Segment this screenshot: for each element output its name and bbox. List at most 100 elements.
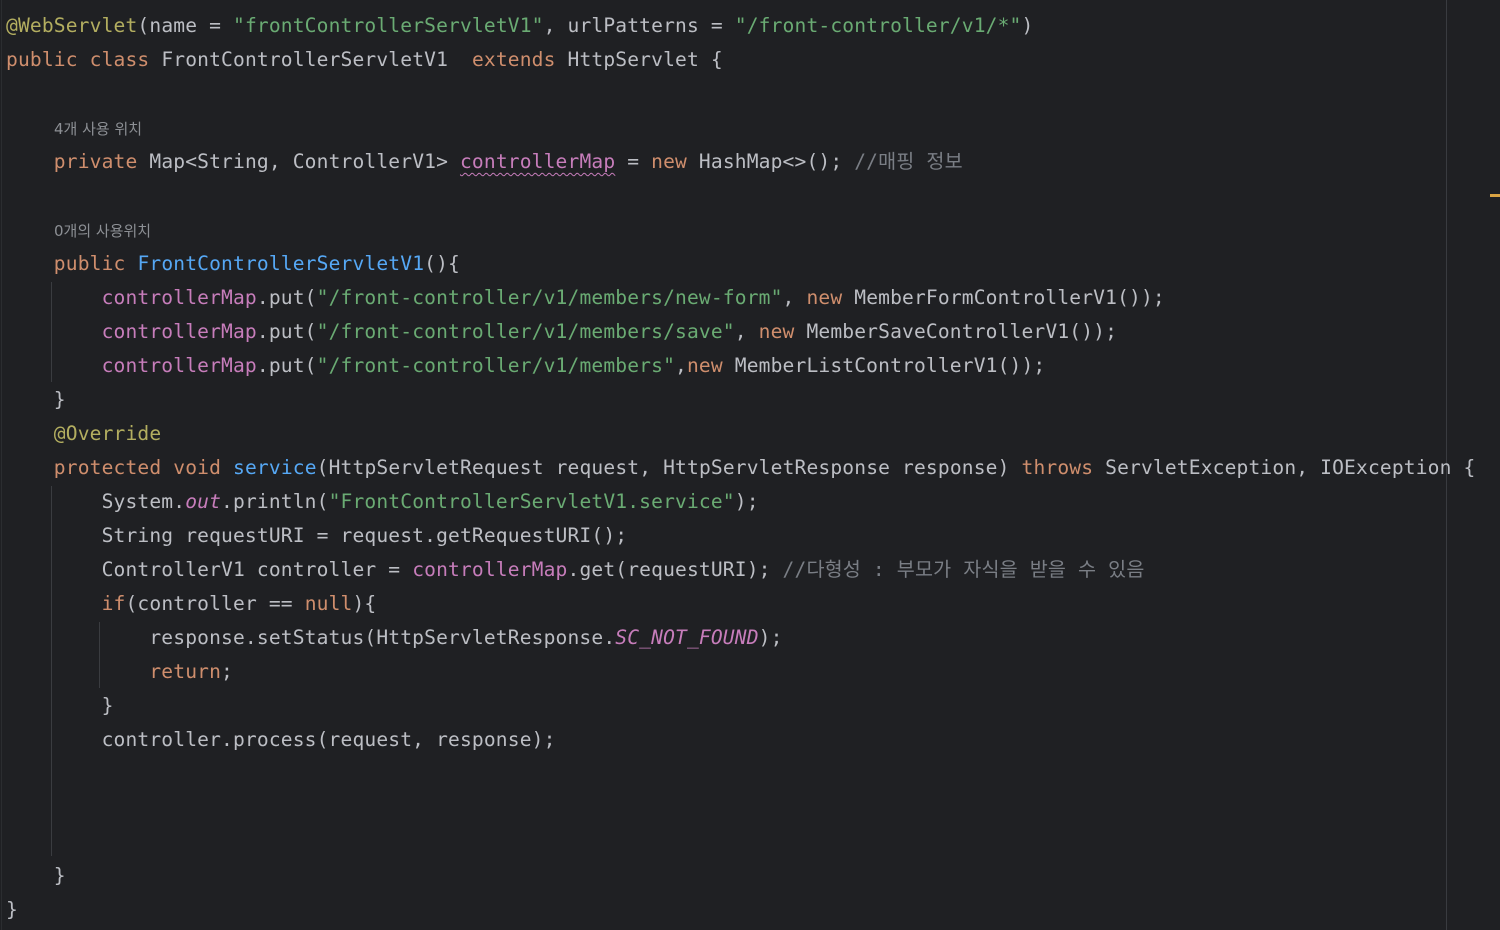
code-token: , <box>675 354 687 377</box>
keyword-token: new <box>806 286 843 309</box>
code-line[interactable]: if(controller == null){ <box>6 587 377 621</box>
string-literal: "frontControllerServletV1" <box>233 14 544 37</box>
code-token: HashMap<>(); <box>686 150 855 173</box>
string-literal: "/front-controller/v1/members/new-form" <box>316 286 783 309</box>
comment-token: //매핑 정보 <box>854 150 963 173</box>
static-field-token: SC_NOT_FOUND <box>615 626 759 649</box>
code-line[interactable]: controllerMap.put("/front-controller/v1/… <box>6 281 1165 315</box>
code-token: = <box>615 150 652 173</box>
code-token: response.setStatus(HttpServletResponse. <box>149 626 616 649</box>
code-token: MemberSaveControllerV1()); <box>794 320 1118 343</box>
keyword-token: private <box>53 150 138 173</box>
keyword-token: throws <box>1021 456 1094 479</box>
code-token: (controller == <box>125 592 305 615</box>
code-line[interactable]: controllerMap.put("/front-controller/v1/… <box>6 315 1117 349</box>
comment-token: //다형성 : 부모가 자식을 받을 수 있음 <box>782 558 1145 581</box>
keyword-token: class <box>89 48 150 71</box>
usages-inlay-hint[interactable]: 4개 사용 위치 <box>54 117 142 141</box>
code-line[interactable]: ControllerV1 controller = controllerMap.… <box>6 553 1145 587</box>
code-token: .put( <box>256 286 317 309</box>
code-token: .println( <box>221 490 329 513</box>
code-token: HttpServlet { <box>555 48 723 71</box>
code-token: , <box>782 286 807 309</box>
code-line[interactable]: } <box>6 893 18 927</box>
code-token: ControllerV1 controller = <box>101 558 413 581</box>
warning-stripe-marker[interactable] <box>1490 194 1500 197</box>
method-name: service <box>233 456 317 479</box>
code-token: Map<String, ControllerV1> <box>137 150 460 173</box>
annotation-token: @Override <box>53 422 162 445</box>
usages-inlay-hint[interactable]: 0개의 사용위치 <box>54 219 151 243</box>
code-token: .put( <box>256 320 317 343</box>
code-line[interactable]: controller.process(request, response); <box>6 723 556 757</box>
string-literal: "/front-controller/v1/members/save" <box>316 320 735 343</box>
keyword-token: new <box>686 354 723 377</box>
code-token: (){ <box>424 252 460 275</box>
code-token: ) <box>1021 14 1034 37</box>
code-token: ); <box>734 490 759 513</box>
code-line[interactable]: protected void service(HttpServletReques… <box>6 451 1476 485</box>
code-line[interactable]: return; <box>6 655 233 689</box>
static-field-token: out <box>185 490 222 513</box>
code-token: ServletException, IOException { <box>1093 456 1476 479</box>
keyword-token: return <box>149 660 222 683</box>
code-line[interactable]: System.out.println("FrontControllerServl… <box>6 485 759 519</box>
code-line[interactable]: } <box>6 689 114 723</box>
keyword-token: null <box>304 592 353 615</box>
code-line[interactable]: @Override <box>6 417 161 451</box>
code-token: , urlPatterns = <box>543 14 735 37</box>
keyword-token: protected <box>53 456 162 479</box>
field-token: controllerMap <box>101 286 257 309</box>
code-editor[interactable]: @WebServlet(name = "frontControllerServl… <box>0 0 1500 930</box>
annotation-token: @WebServlet <box>6 14 138 37</box>
code-line[interactable]: public FrontControllerServletV1(){ <box>6 247 460 281</box>
code-token: System. <box>101 490 186 513</box>
keyword-token: public <box>6 48 78 71</box>
field-token: controllerMap <box>101 320 257 343</box>
code-line[interactable]: public class FrontControllerServletV1 ex… <box>6 43 723 77</box>
editor-left-border <box>1 0 2 930</box>
code-token: ){ <box>352 592 377 615</box>
code-line[interactable]: } <box>6 859 66 893</box>
code-line[interactable]: } <box>6 383 66 417</box>
code-line[interactable]: response.setStatus(HttpServletResponse.S… <box>6 621 783 655</box>
code-token: ; <box>221 660 233 683</box>
code-token: FrontControllerServletV1 <box>149 48 472 71</box>
code-line[interactable]: @WebServlet(name = "frontControllerServl… <box>6 9 1033 43</box>
keyword-token: if <box>101 592 126 615</box>
code-line[interactable]: controllerMap.put("/front-controller/v1/… <box>6 349 1046 383</box>
code-token: .put( <box>256 354 317 377</box>
keyword-token: void <box>173 456 222 479</box>
keyword-token: public <box>53 252 126 275</box>
code-token: , <box>734 320 759 343</box>
field-token-warning[interactable]: controllerMap <box>460 150 615 173</box>
keyword-token: new <box>651 150 687 173</box>
code-token: (name = <box>137 14 233 37</box>
code-line[interactable]: private Map<String, ControllerV1> contro… <box>6 145 963 179</box>
code-token: ); <box>758 626 783 649</box>
code-line[interactable]: String requestURI = request.getRequestUR… <box>6 519 628 553</box>
code-token: (HttpServletRequest request, HttpServlet… <box>316 456 1022 479</box>
field-token: controllerMap <box>412 558 568 581</box>
field-token: controllerMap <box>101 354 257 377</box>
keyword-token: new <box>758 320 795 343</box>
code-token: MemberFormControllerV1()); <box>842 286 1165 309</box>
string-literal: "/front-controller/v1/members" <box>316 354 676 377</box>
string-literal: "FrontControllerServletV1.service" <box>328 490 735 513</box>
